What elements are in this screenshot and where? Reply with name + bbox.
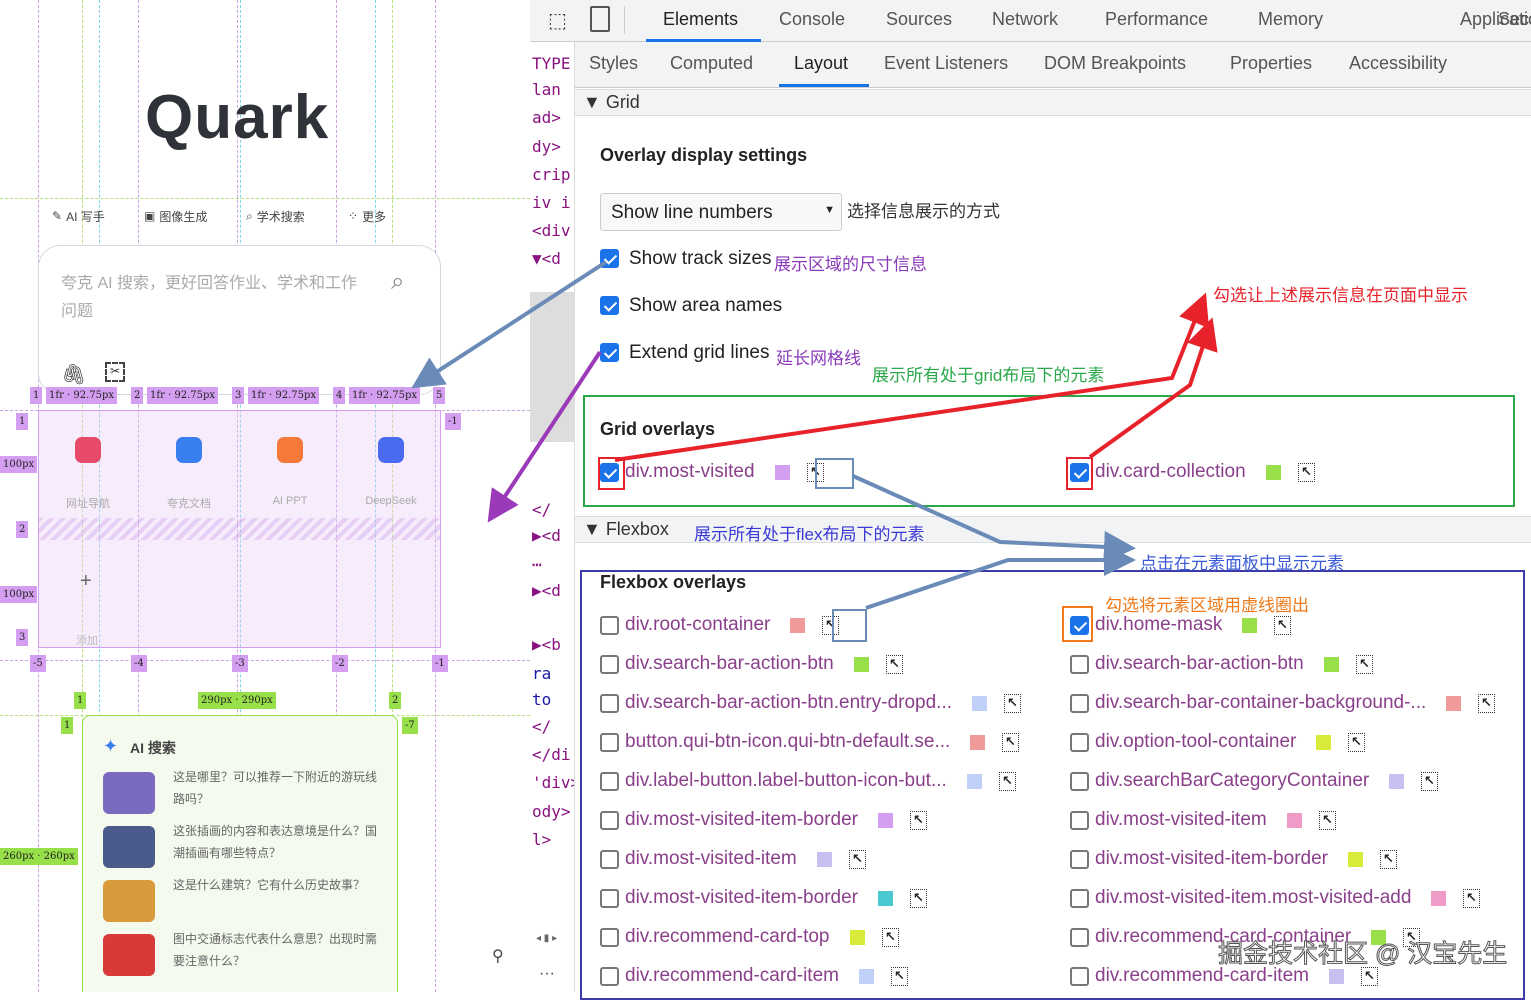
watermark: 掘金技术社区 @ 汉宝先生 (1217, 940, 1508, 969)
arrow-reveal-1 (852, 474, 1136, 563)
annotation-arrows (411, 260, 1218, 610)
arrow-track-sizes (411, 260, 608, 389)
arrow-reveal-2 (865, 544, 1136, 610)
arrow-extend-lines (487, 350, 602, 523)
arrow-grid-check-1 (614, 292, 1210, 462)
arrow-grid-check-2 (1088, 317, 1218, 459)
